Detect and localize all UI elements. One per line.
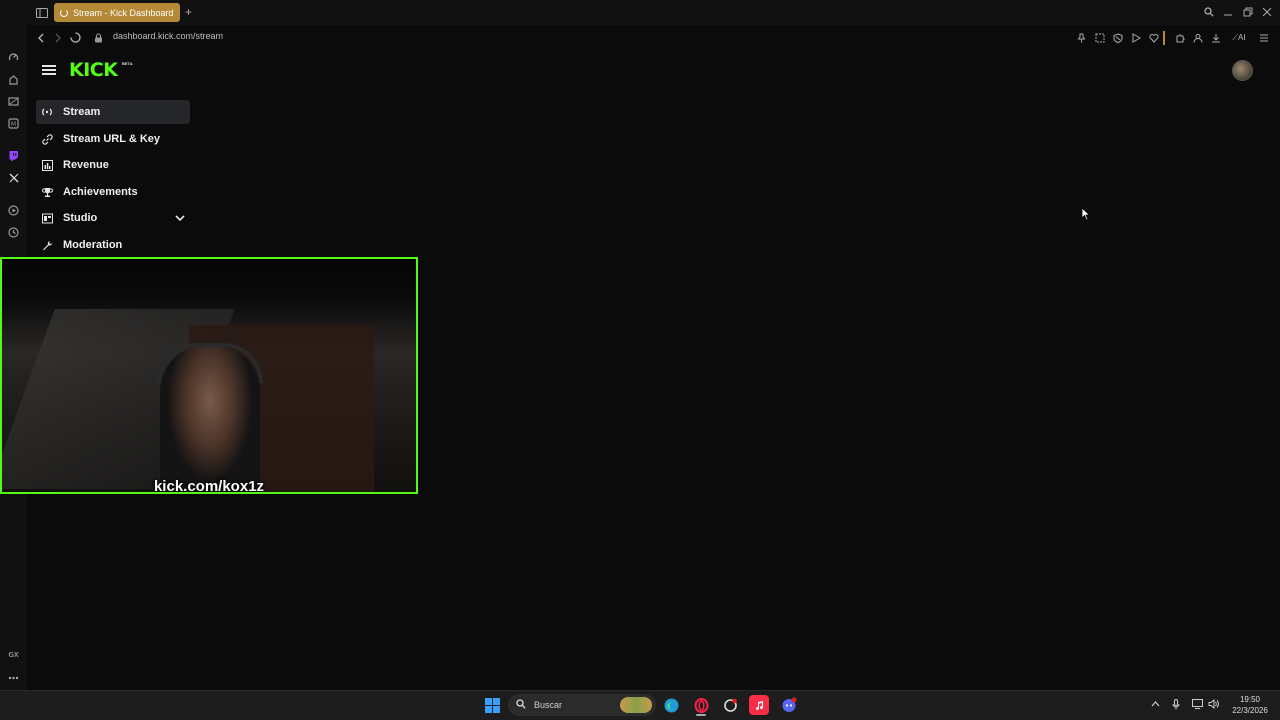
- search-icon: [516, 698, 526, 712]
- edge-icon[interactable]: [661, 695, 681, 715]
- channel-url-overlay: kick.com/kox1z: [153, 478, 265, 494]
- nav-item-studio[interactable]: Studio: [36, 206, 190, 230]
- wrench-icon: [41, 239, 53, 251]
- back-icon[interactable]: [34, 31, 47, 44]
- hamburger-menu-icon[interactable]: [42, 63, 56, 77]
- volume-icon[interactable]: [1207, 698, 1219, 710]
- more-icon[interactable]: [6, 670, 21, 685]
- heart-icon[interactable]: [1147, 31, 1160, 44]
- clock-time: 19:50: [1239, 695, 1261, 704]
- forward-icon[interactable]: [51, 31, 64, 44]
- link-icon: [41, 133, 53, 145]
- svg-text:M: M: [11, 121, 16, 128]
- player-icon[interactable]: [6, 203, 21, 218]
- account-icon[interactable]: [1191, 31, 1204, 44]
- broadcast-icon: [41, 106, 53, 118]
- active-app-indicator: [696, 714, 706, 716]
- close-icon[interactable]: [1259, 4, 1275, 20]
- player-toolbar-icon[interactable]: [1129, 31, 1142, 44]
- tab-workspaces-icon[interactable]: [34, 5, 49, 20]
- extensions-icon[interactable]: [1173, 31, 1186, 44]
- nav-item-revenue[interactable]: Revenue: [36, 153, 190, 177]
- shield-icon[interactable]: [1111, 31, 1124, 44]
- minimize-icon[interactable]: [1220, 4, 1236, 20]
- nav-item-label: Studio: [63, 212, 98, 224]
- snapshot-icon[interactable]: [1093, 31, 1106, 44]
- x-twitter-icon[interactable]: [6, 170, 21, 185]
- new-tab-button[interactable]: +: [185, 5, 192, 19]
- nav-item-stream-url-key[interactable]: Stream URL & Key: [36, 127, 190, 151]
- taskbar-clock[interactable]: 19:50 22/3/2026: [1224, 694, 1276, 716]
- opera-gx-taskbar-icon[interactable]: [691, 695, 711, 715]
- microphone-icon[interactable]: [1170, 698, 1182, 710]
- mouse-cursor-icon: [1081, 207, 1091, 226]
- pin-icon[interactable]: [1075, 31, 1088, 44]
- gx-corner-icon[interactable]: [6, 72, 21, 87]
- beta-badge: BETA: [122, 61, 133, 66]
- easy-setup-icon[interactable]: [1257, 31, 1270, 44]
- gx-badge-icon[interactable]: GX: [6, 648, 21, 663]
- nav-item-label: Stream URL & Key: [63, 133, 160, 145]
- loading-icon: [60, 8, 68, 17]
- windows-start-icon[interactable]: [482, 695, 502, 715]
- tab-title: Stream - Kick Dashboard: [73, 7, 174, 18]
- search-highlight-image: [620, 697, 652, 713]
- nav-item-label: Moderation: [63, 239, 123, 251]
- gx-mail-icon[interactable]: M: [6, 116, 21, 131]
- clock-date: 22/3/2026: [1232, 706, 1268, 715]
- nav-item-stream[interactable]: Stream: [36, 100, 190, 124]
- chevron-down-icon[interactable]: [174, 212, 186, 224]
- nav-item-label: Achievements: [63, 186, 138, 198]
- nav-item-achievements[interactable]: Achievements: [36, 180, 190, 204]
- lock-icon[interactable]: [92, 31, 105, 44]
- twitch-icon[interactable]: [6, 148, 21, 163]
- tab-kick-dashboard[interactable]: Stream - Kick Dashboard: [54, 3, 180, 22]
- gx-news-icon[interactable]: [6, 94, 21, 109]
- steelseries-icon[interactable]: [720, 695, 740, 715]
- nav-item-label: Stream: [63, 106, 101, 118]
- stop-loading-icon[interactable]: [69, 31, 82, 44]
- nav-item-moderation[interactable]: Moderation: [36, 233, 190, 257]
- trophy-icon: [41, 186, 53, 198]
- gx-control-icon[interactable]: [6, 50, 21, 65]
- download-icon[interactable]: [1209, 31, 1222, 44]
- user-avatar[interactable]: [1232, 60, 1253, 81]
- apple-music-icon[interactable]: [749, 695, 769, 715]
- kick-logo[interactable]: KICK: [69, 59, 118, 81]
- webcam-overlay: kick.com/kox1z: [0, 257, 418, 494]
- toolbar-divider: [1163, 31, 1165, 45]
- aria-ai-icon[interactable]: ⟋AI: [1229, 31, 1249, 44]
- nav-item-label: Revenue: [63, 159, 109, 171]
- network-icon[interactable]: [1191, 698, 1203, 710]
- restore-icon[interactable]: [1240, 4, 1256, 20]
- discord-icon[interactable]: [779, 695, 799, 715]
- search-placeholder: Buscar: [534, 700, 563, 710]
- studio-icon: [41, 212, 53, 224]
- url-field[interactable]: dashboard.kick.com/stream: [113, 31, 223, 41]
- show-hidden-icons-icon[interactable]: [1149, 698, 1161, 710]
- search-tabs-icon[interactable]: [1201, 4, 1217, 20]
- chart-icon: [41, 159, 53, 171]
- history-icon[interactable]: [6, 225, 21, 240]
